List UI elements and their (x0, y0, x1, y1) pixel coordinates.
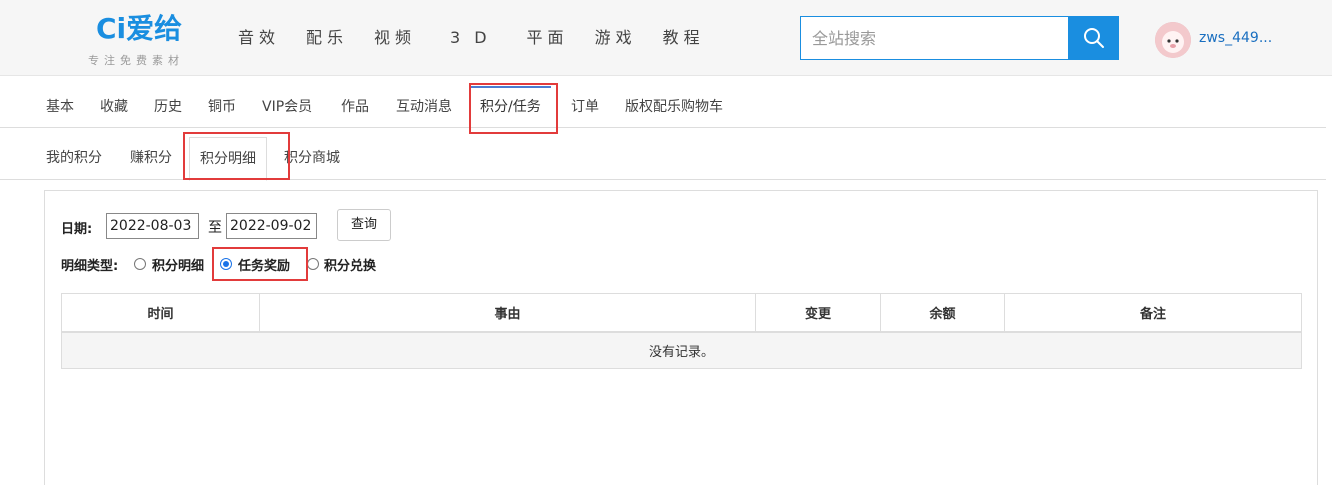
date-label: 日期: (61, 222, 93, 237)
col-time: 时间 (61, 293, 260, 333)
nav-item-video[interactable]: 视频 (374, 0, 416, 76)
tab-works[interactable]: 作品 (341, 86, 369, 128)
radio-points-detail[interactable] (134, 258, 146, 270)
tab-basic[interactable]: 基本 (46, 86, 74, 128)
tab-messages[interactable]: 互动消息 (396, 86, 452, 128)
radio-task-reward[interactable] (220, 258, 232, 270)
tab-music-cart[interactable]: 版权配乐购物车 (625, 86, 723, 128)
nav-item-game[interactable]: 游戏 (595, 0, 637, 76)
tab-points-tasks[interactable]: 积分/任务 (470, 86, 551, 128)
logo-slogan: 专注免费素材 (88, 54, 184, 67)
start-date-input[interactable]: 2022-08-03 (106, 213, 199, 239)
points-tabs: 我的积分 赚积分 积分明细 积分商城 (0, 137, 1326, 181)
tab-history[interactable]: 历史 (154, 86, 182, 128)
avatar-image-icon (1155, 22, 1191, 58)
tab-earn-points[interactable]: 赚积分 (130, 137, 172, 180)
points-detail-panel: 日期: 2022-08-03 至 2022-09-02 查询 明细类型: 积分明… (44, 190, 1318, 485)
table-row: 没有记录。 (61, 331, 1302, 369)
date-to-text: 至 (208, 220, 222, 236)
radio-label-points-exchange[interactable]: 积分兑换 (324, 255, 376, 274)
col-change: 变更 (755, 293, 881, 333)
tab-points-detail[interactable]: 积分明细 (189, 137, 267, 181)
radio-label-task-reward[interactable]: 任务奖励 (238, 255, 290, 274)
logo-text: Ci爱给 (96, 12, 183, 45)
main-nav: 音效 配乐 视频 3D 平面 游戏 教程 (238, 0, 731, 76)
radio-label-points-detail[interactable]: 积分明细 (152, 255, 204, 274)
search-icon (1083, 28, 1104, 48)
tab-favorites[interactable]: 收藏 (100, 86, 128, 128)
tab-vip[interactable]: VIP会员 (262, 86, 312, 128)
tab-points-mall[interactable]: 积分商城 (284, 137, 340, 180)
nav-item-3d[interactable]: 3D (450, 0, 501, 76)
site-logo[interactable]: Ci爱给 专注免费素材 (88, 12, 218, 70)
col-balance: 余额 (880, 293, 1005, 333)
query-button[interactable]: 查询 (337, 209, 391, 241)
search-box (800, 16, 1119, 60)
col-reason: 事由 (259, 293, 756, 333)
search-button[interactable] (1068, 16, 1119, 60)
nav-item-music[interactable]: 配乐 (306, 0, 348, 76)
table-header-row: 时间 事由 变更 余额 备注 (61, 293, 1302, 333)
nav-item-graphic[interactable]: 平面 (527, 0, 569, 76)
nav-item-sound[interactable]: 音效 (238, 0, 280, 76)
account-tabs: 基本 收藏 历史 铜币 VIP会员 作品 互动消息 积分/任务 订单 版权配乐购… (0, 86, 1326, 128)
points-table: 时间 事由 变更 余额 备注 没有记录。 (61, 293, 1302, 369)
user-avatar[interactable] (1155, 22, 1191, 58)
username[interactable]: zws_449... (1199, 30, 1272, 46)
search-input[interactable] (801, 17, 1068, 59)
col-remark: 备注 (1004, 293, 1302, 333)
detail-type-label: 明细类型: (61, 259, 119, 274)
nav-item-tutorial[interactable]: 教程 (663, 0, 705, 76)
radio-points-exchange[interactable] (307, 258, 319, 270)
tab-coins[interactable]: 铜币 (208, 86, 236, 128)
site-header: Ci爱给 专注免费素材 音效 配乐 视频 3D 平面 游戏 教程 zws_449… (0, 0, 1332, 76)
tab-my-points[interactable]: 我的积分 (46, 137, 102, 180)
empty-message: 没有记录。 (61, 331, 1302, 369)
end-date-input[interactable]: 2022-09-02 (226, 213, 317, 239)
tab-orders[interactable]: 订单 (571, 86, 599, 128)
